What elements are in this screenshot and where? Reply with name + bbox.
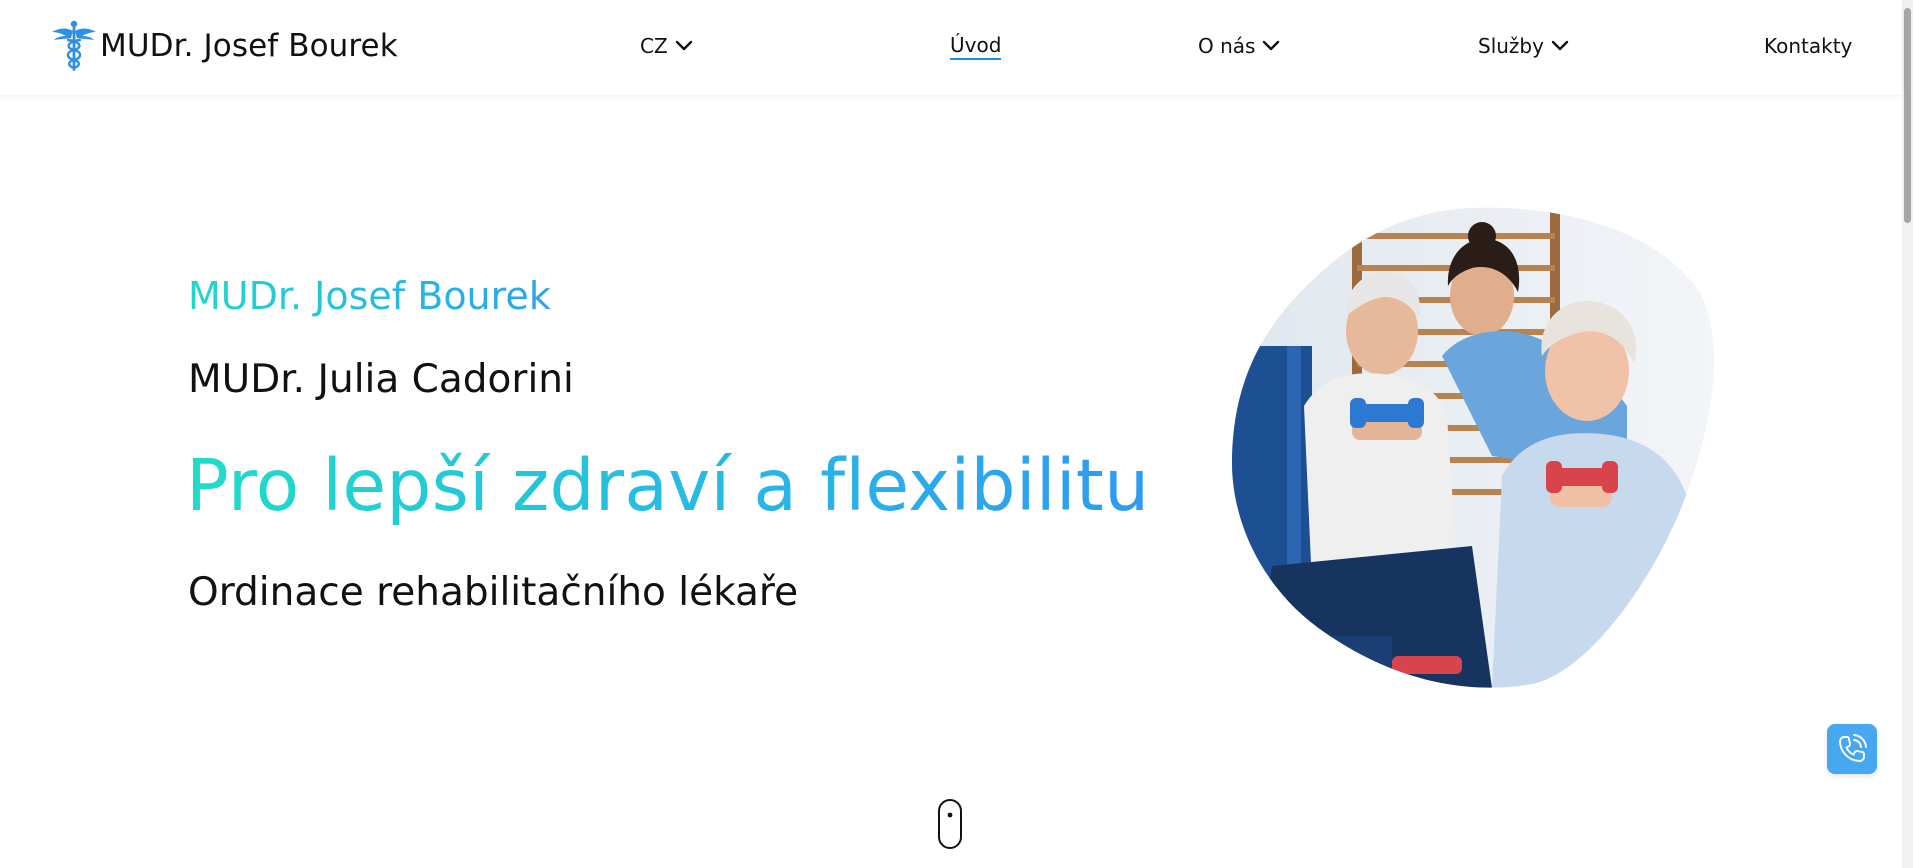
language-label: CZ bbox=[640, 34, 668, 58]
nav-item-about[interactable]: O nás bbox=[1198, 30, 1280, 62]
page: MUDr. Josef Bourek CZ Úvod O nás Služby … bbox=[0, 0, 1913, 868]
hero-doctor-secondary: MUDr. Julia Cadorini bbox=[188, 357, 574, 402]
phone-icon bbox=[1839, 734, 1867, 762]
hero-headline: Pro lepší zdraví a flexibilitu bbox=[186, 444, 1150, 527]
brand-link[interactable]: MUDr. Josef Bourek bbox=[50, 18, 398, 74]
language-selector[interactable]: CZ bbox=[640, 30, 693, 62]
nav-item-contacts-label: Kontakty bbox=[1764, 34, 1853, 58]
photo-scene bbox=[1232, 207, 1714, 688]
chevron-down-icon bbox=[675, 40, 692, 51]
page-scrollbar[interactable] bbox=[1902, 0, 1913, 868]
nav-item-home-label: Úvod bbox=[950, 33, 1002, 60]
hero-photo bbox=[1232, 207, 1714, 688]
brand-name: MUDr. Josef Bourek bbox=[100, 28, 398, 64]
nav-item-home[interactable]: Úvod bbox=[950, 30, 1002, 62]
scrollbar-thumb[interactable] bbox=[1904, 8, 1911, 223]
call-button[interactable] bbox=[1827, 724, 1877, 774]
hero-description: Ordinace rehabilitačního lékaře bbox=[188, 570, 799, 615]
site-header: MUDr. Josef Bourek CZ Úvod O nás Služby … bbox=[0, 0, 1902, 95]
nav-item-services-label: Služby bbox=[1478, 34, 1544, 58]
mouse-scroll-icon[interactable] bbox=[937, 798, 963, 850]
nav-item-contacts[interactable]: Kontakty bbox=[1764, 30, 1852, 62]
caduceus-icon bbox=[52, 20, 96, 71]
nav-item-about-label: O nás bbox=[1198, 34, 1256, 58]
chevron-down-icon bbox=[1551, 40, 1569, 51]
chevron-down-icon bbox=[1263, 40, 1280, 51]
nav-item-services[interactable]: Služby bbox=[1478, 30, 1569, 62]
hero-doctor-primary: MUDr. Josef Bourek bbox=[188, 274, 551, 318]
